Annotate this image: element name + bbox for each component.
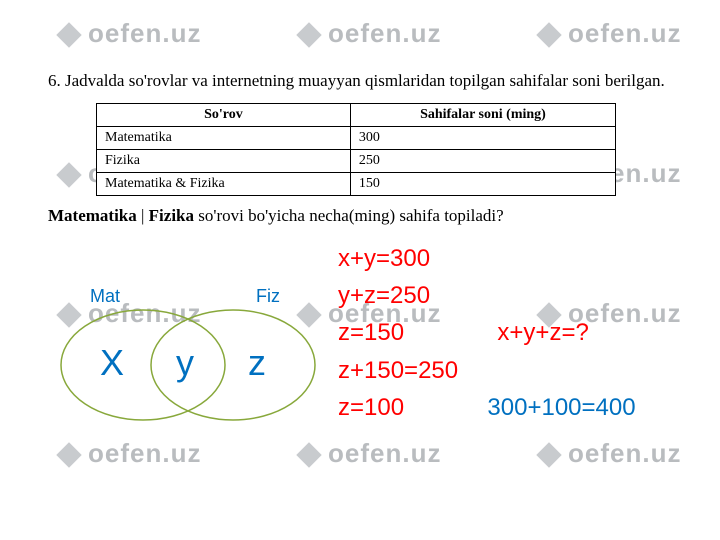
eq-line-1: x+y=300 (338, 245, 430, 272)
table-header-row: So'rov Sahifalar soni (ming) (97, 103, 616, 126)
eq-line-5a: z=100 (338, 394, 404, 421)
eq-line-5b: 300+100=400 (487, 394, 635, 421)
table-row: Matematika & Fizika 150 (97, 172, 616, 195)
question-bold-1: Matematika (48, 206, 137, 225)
venn-var-z: z (248, 342, 266, 384)
eq-line-3b: x+y+z=? (497, 319, 588, 346)
cell-query: Matematika & Fizika (97, 172, 351, 195)
venn-var-y: y (176, 342, 194, 384)
cell-query: Matematika (97, 126, 351, 149)
col-header-pages: Sahifalar soni (ming) (350, 103, 615, 126)
cell-pages: 150 (350, 172, 615, 195)
table-row: Fizika 250 (97, 149, 616, 172)
venn-diagram: Mat Fiz X y z (48, 280, 328, 440)
question-bold-2: Fizika (149, 206, 194, 225)
question-sep: | (137, 206, 149, 225)
venn-var-x: X (100, 342, 124, 384)
equations: x+y=300 y+z=250 z=150 x+y+z=? z+150=250 … (338, 240, 636, 426)
table-row: Matematika 300 (97, 126, 616, 149)
venn-label-right: Fiz (256, 286, 280, 307)
problem-text: 6. Jadvalda so'rovlar va internetning mu… (48, 70, 672, 93)
col-header-query: So'rov (97, 103, 351, 126)
cell-pages: 250 (350, 149, 615, 172)
data-table: So'rov Sahifalar soni (ming) Matematika … (96, 103, 616, 196)
cell-pages: 300 (350, 126, 615, 149)
question-tail: so'rovi bo'yicha necha(ming) sahifa topi… (194, 206, 504, 225)
venn-label-left: Mat (90, 286, 120, 307)
eq-line-4: z+150=250 (338, 357, 458, 384)
cell-query: Fizika (97, 149, 351, 172)
eq-line-2: y+z=250 (338, 282, 430, 309)
question-text: Matematika | Fizika so'rovi bo'yicha nec… (48, 206, 672, 226)
eq-line-3a: z=150 (338, 319, 404, 346)
